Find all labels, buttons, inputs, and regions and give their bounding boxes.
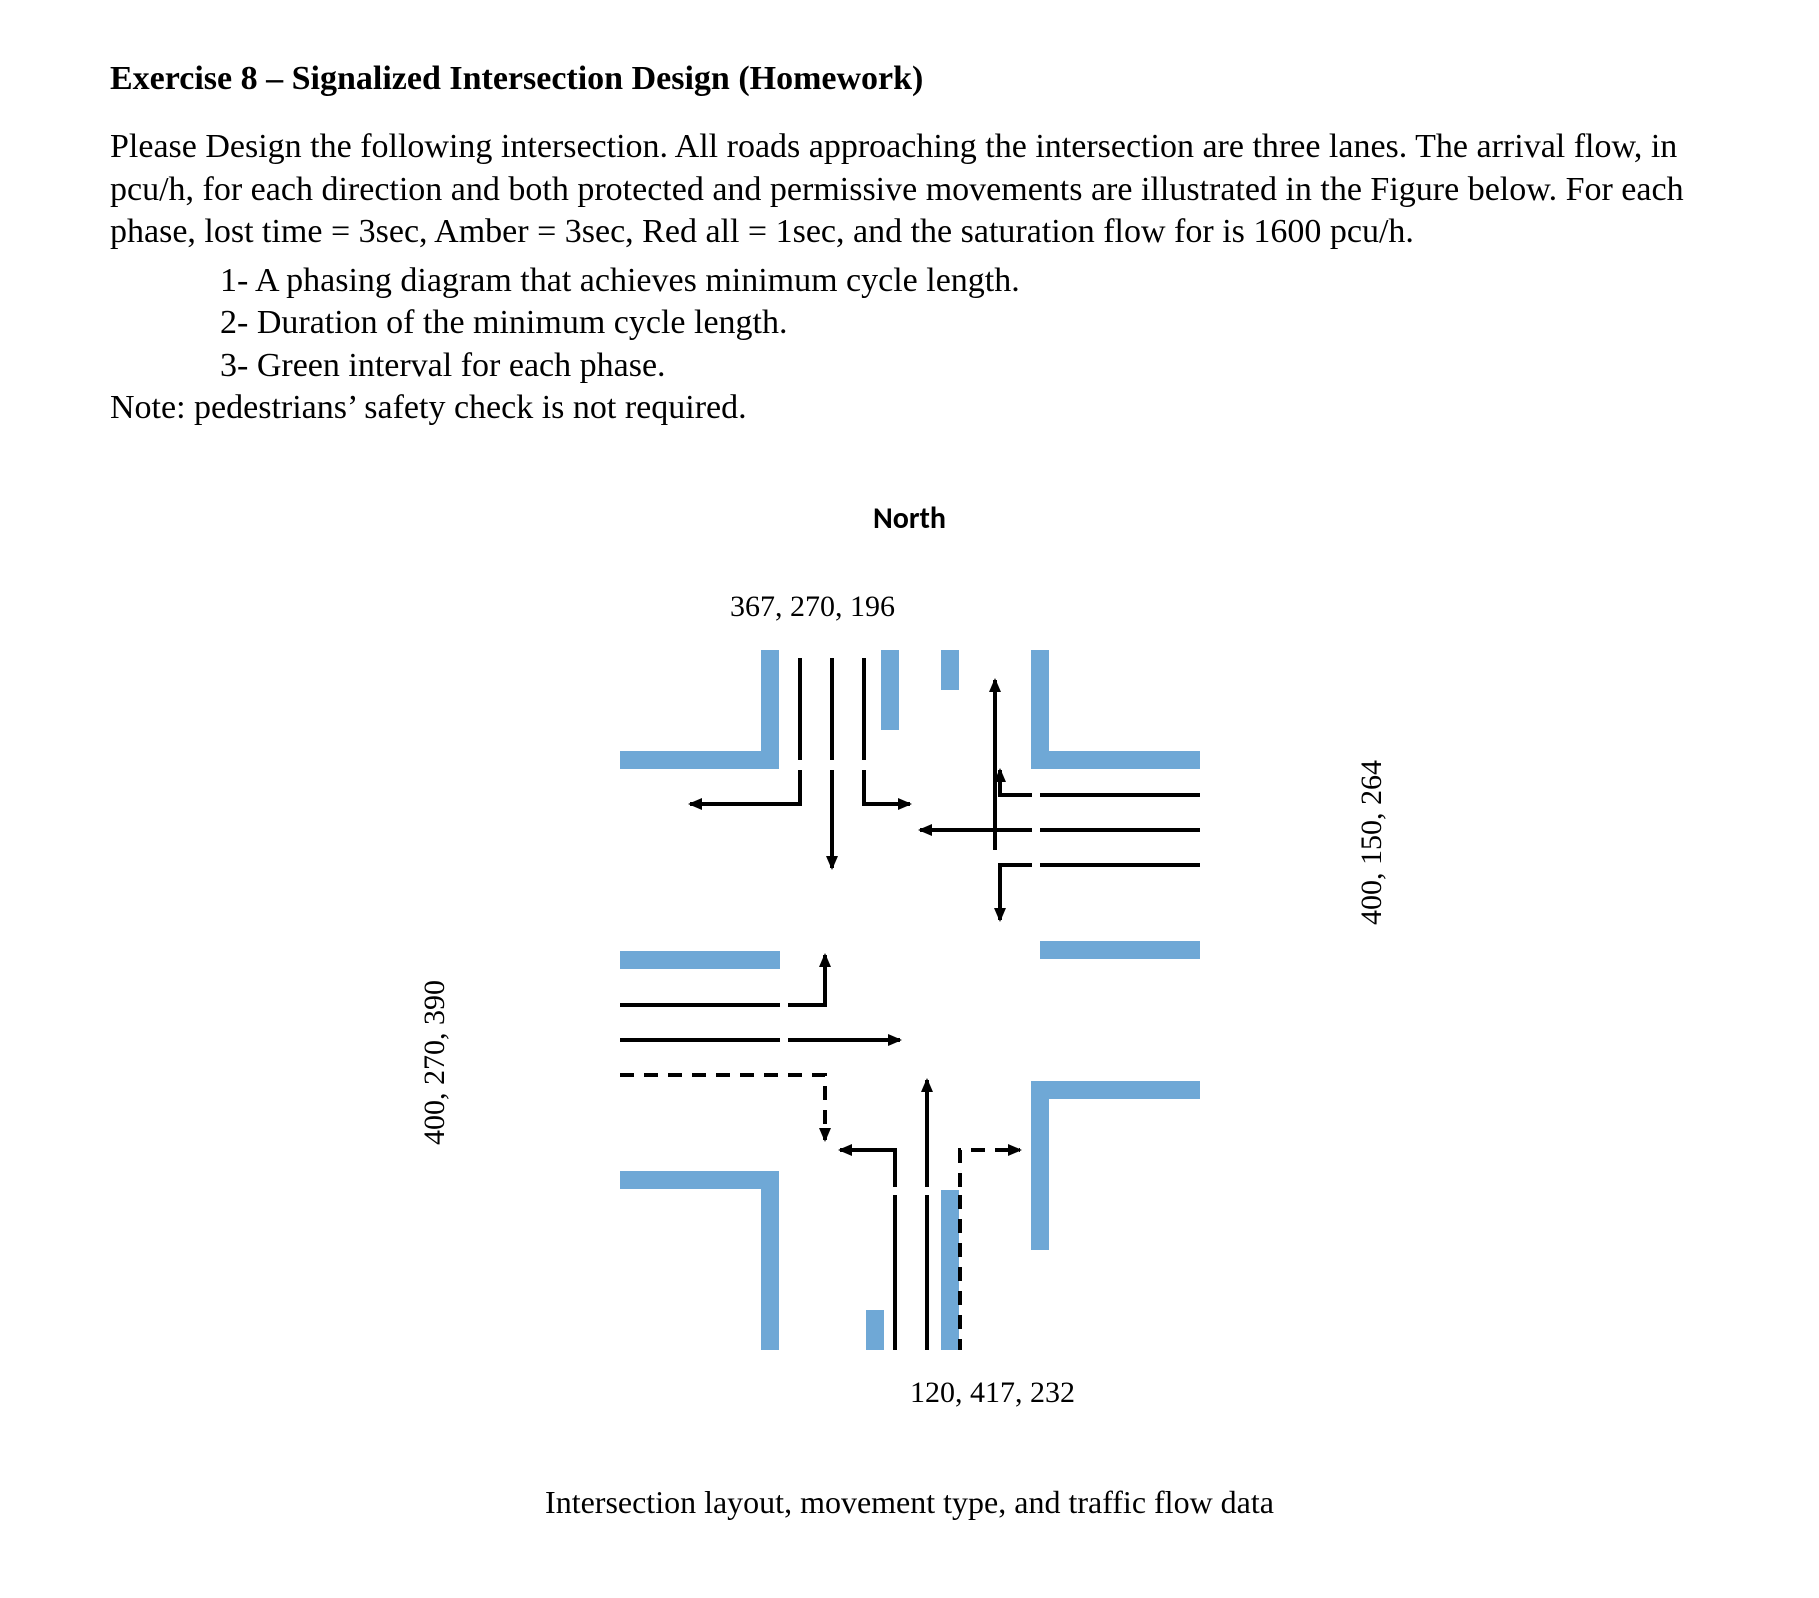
page: Exercise 8 – Signalized Intersection Des…	[0, 0, 1819, 1598]
task-2: 2- Duration of the minimum cycle length.	[220, 302, 1709, 345]
task-list: 1- A phasing diagram that achieves minim…	[110, 260, 1709, 388]
flow-values-west: 400, 270, 390	[418, 980, 452, 1145]
flow-values-north: 367, 270, 196	[730, 590, 895, 624]
task-1: 1- A phasing diagram that achieves minim…	[220, 260, 1709, 303]
north-label: North	[873, 500, 946, 537]
intro-paragraph: Please Design the following intersection…	[110, 126, 1709, 254]
flow-values-south: 120, 417, 232	[910, 1376, 1075, 1410]
exercise-title: Exercise 8 – Signalized Intersection Des…	[110, 60, 1709, 98]
task-3: 3- Green interval for each phase.	[220, 345, 1709, 388]
intersection-diagram	[480, 620, 1340, 1380]
note-line: Note: pedestrians’ safety check is not r…	[110, 387, 1709, 430]
flow-values-east: 400, 150, 264	[1355, 760, 1389, 925]
figure-caption: Intersection layout, movement type, and …	[110, 1484, 1709, 1521]
figure: North 367, 270, 196 120, 417, 232 400, 2…	[110, 460, 1709, 1480]
